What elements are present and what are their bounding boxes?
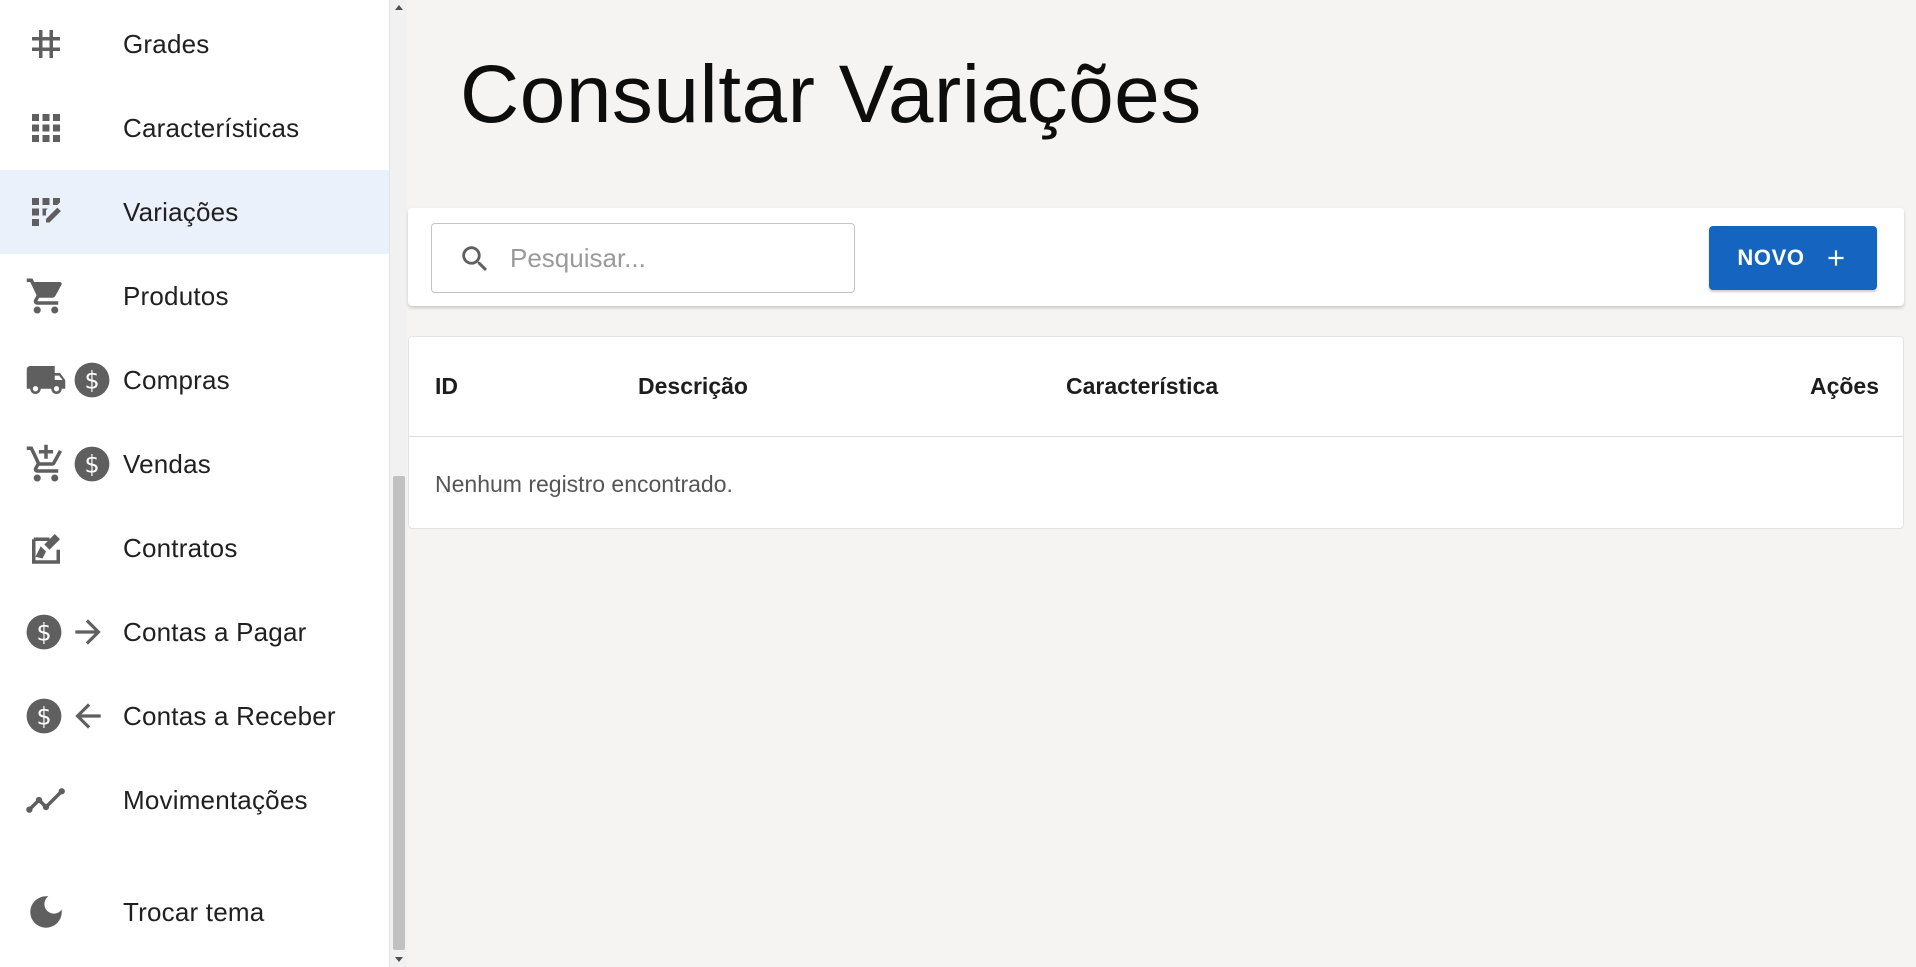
column-header-caracteristica[interactable]: Característica xyxy=(1066,373,1218,400)
sidebar-item-label: Características xyxy=(123,112,300,143)
sidebar-item-produtos[interactable]: Produtos xyxy=(0,254,389,338)
table-header: ID Descrição Característica Ações xyxy=(409,337,1903,437)
app-root: Grades Características Variações Produto… xyxy=(0,0,1916,967)
sidebar-item-label: Movimentações xyxy=(123,784,308,815)
sidebar-item-movimentacoes[interactable]: Movimentações xyxy=(0,758,389,842)
svg-text:$: $ xyxy=(84,367,99,395)
grid-icon xyxy=(25,86,67,170)
dollar-circle-icon: $ xyxy=(26,614,62,650)
sidebar-item-label: Contratos xyxy=(123,532,238,563)
arrow-right-icon xyxy=(75,619,101,645)
new-button-label: NOVO xyxy=(1737,245,1805,270)
arrow-left-icon xyxy=(75,703,101,729)
trend-line-icon xyxy=(25,758,67,842)
hash-icon xyxy=(25,2,67,86)
sidebar-item-label: Vendas xyxy=(123,448,211,479)
column-header-acoes: Ações xyxy=(1809,373,1879,399)
dollar-circle-icon: $ xyxy=(74,446,110,482)
svg-text:$: $ xyxy=(84,451,99,479)
scroll-thumb[interactable] xyxy=(393,476,405,950)
sidebar-item-label: Produtos xyxy=(123,280,229,311)
new-button[interactable]: NOVO xyxy=(1709,226,1877,290)
sidebar-item-caracteristicas[interactable]: Características xyxy=(0,86,389,170)
sidebar: Grades Características Variações Produto… xyxy=(0,0,389,967)
svg-text:$: $ xyxy=(36,703,51,731)
sidebar-scrollbar[interactable] xyxy=(389,0,407,967)
sidebar-item-contas-a-receber[interactable]: $ Contas a Receber xyxy=(0,674,389,758)
grid-edit-icon xyxy=(25,170,67,254)
cart-icon xyxy=(25,254,67,338)
page-title: Consultar Variações xyxy=(460,49,1202,140)
sidebar-item-compras[interactable]: $ Compras xyxy=(0,338,389,422)
svg-text:$: $ xyxy=(36,619,51,647)
main-content: Consultar Variações NOVO ID Descrição Ca… xyxy=(408,0,1916,967)
search-icon xyxy=(462,246,488,272)
results-table: ID Descrição Característica Ações Nenhum… xyxy=(408,336,1904,529)
moon-icon xyxy=(25,870,67,954)
cart-plus-icon xyxy=(26,444,63,482)
dollar-circle-icon: $ xyxy=(26,698,62,734)
scroll-down-arrow-icon[interactable] xyxy=(395,957,403,962)
sidebar-item-variacoes[interactable]: Variações xyxy=(0,170,389,254)
sidebar-item-trocar-tema[interactable]: Trocar tema xyxy=(0,870,389,954)
empty-state-message: Nenhum registro encontrado. xyxy=(435,471,733,497)
sidebar-item-contratos[interactable]: Contratos xyxy=(0,506,389,590)
dollar-circle-icon: $ xyxy=(74,362,110,398)
search-input[interactable] xyxy=(510,238,840,278)
sidebar-item-label: Variações xyxy=(123,196,239,227)
sidebar-item-vendas[interactable]: $ Vendas xyxy=(0,422,389,506)
sidebar-item-label: Trocar tema xyxy=(123,896,265,927)
sidebar-item-contas-a-pagar[interactable]: $ Contas a Pagar xyxy=(0,590,389,674)
signature-icon xyxy=(25,506,67,590)
sidebar-item-label: Contas a Pagar xyxy=(123,616,307,647)
sidebar-item-label: Compras xyxy=(123,364,230,395)
scroll-up-arrow-icon[interactable] xyxy=(395,5,403,10)
truck-icon xyxy=(26,366,66,394)
sidebar-item-grades[interactable]: Grades xyxy=(0,2,389,86)
column-header-descricao[interactable]: Descrição xyxy=(638,373,748,400)
sidebar-item-label: Grades xyxy=(123,28,210,59)
search-field[interactable] xyxy=(431,223,855,293)
column-header-id[interactable]: ID xyxy=(435,373,458,400)
sidebar-item-label: Contas a Receber xyxy=(123,700,336,731)
toolbar: NOVO xyxy=(408,208,1904,306)
plus-icon xyxy=(1828,250,1844,266)
